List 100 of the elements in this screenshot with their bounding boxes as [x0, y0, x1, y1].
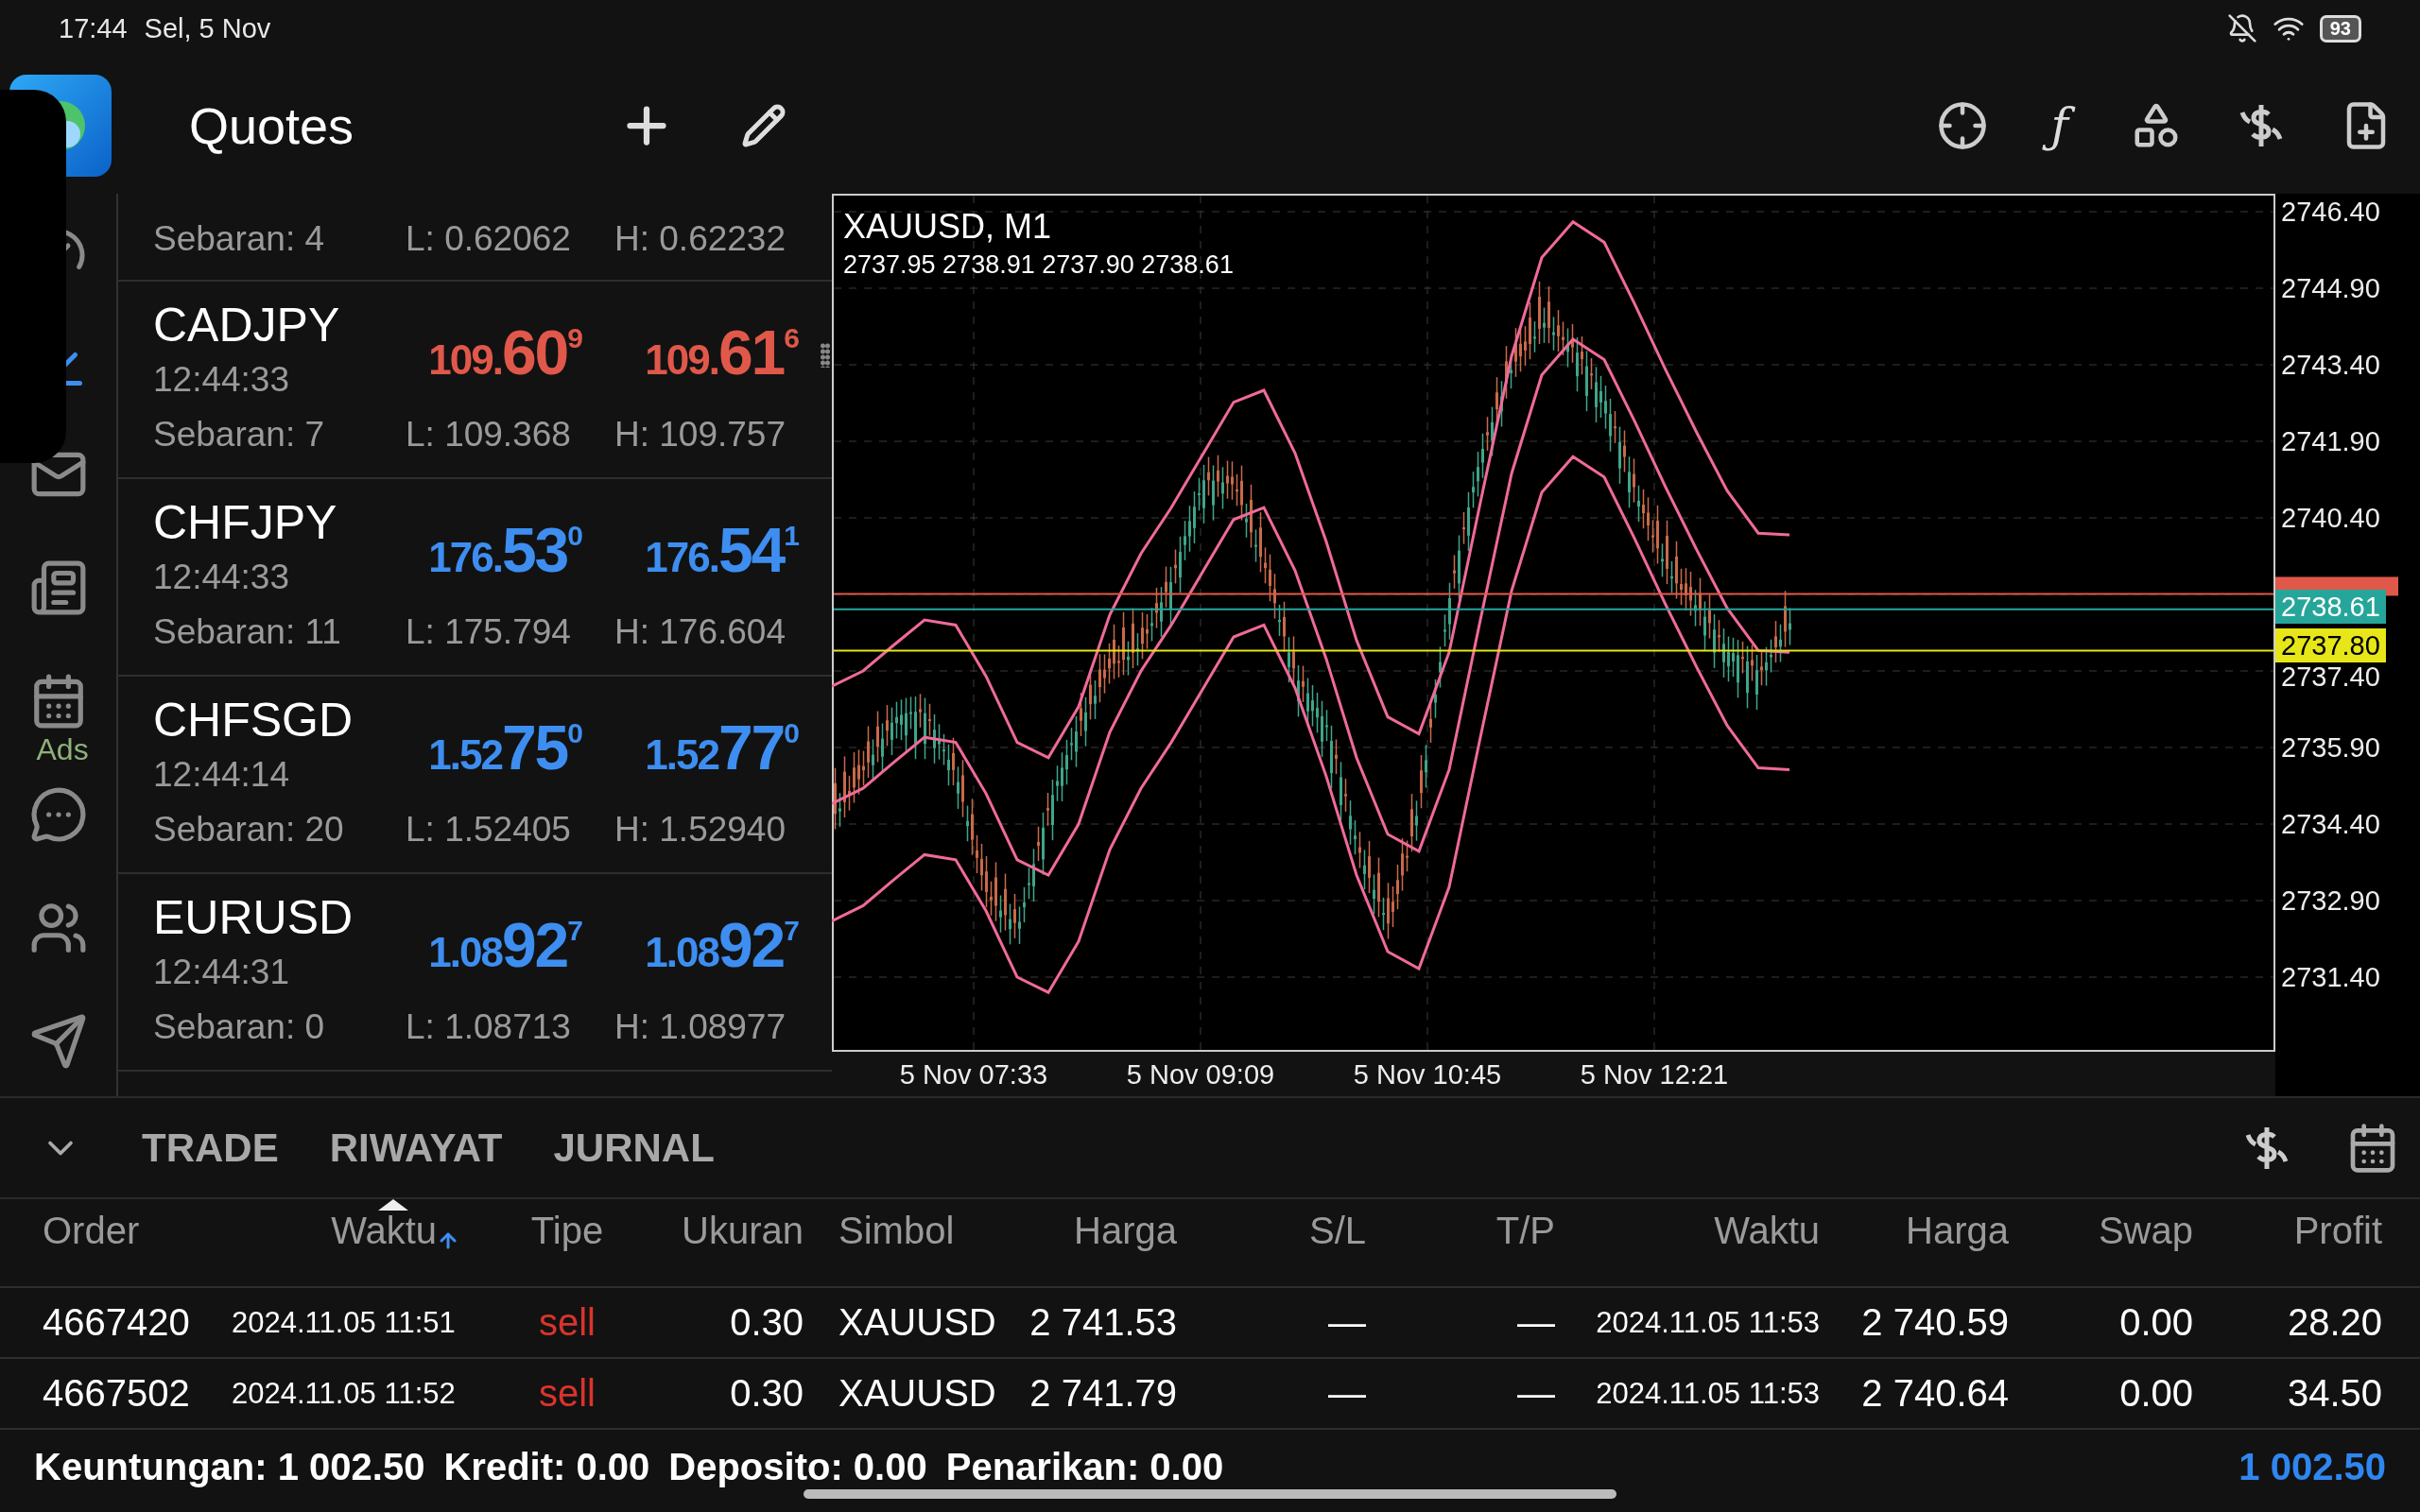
- chat-icon[interactable]: [28, 785, 88, 844]
- table-cell-text: 2 741.53: [1028, 1301, 1177, 1344]
- quote-time: 12:44:31: [153, 951, 291, 993]
- x-axis-label: 5 Nov 09:09: [1126, 1059, 1275, 1090]
- table-cell-text: XAUUSD: [838, 1372, 997, 1415]
- price-tag: 2738.61: [2275, 590, 2386, 624]
- battery-indicator: 93: [2319, 14, 2361, 43]
- table-cell-text: 28.20: [2286, 1301, 2382, 1344]
- low-price: L: 175.794: [406, 610, 572, 653]
- date: Sel, 5 Nov: [144, 12, 271, 44]
- spread-text: Sebaran: 11: [153, 610, 342, 653]
- table-cell-text: 0.30: [729, 1301, 804, 1344]
- symbol-name[interactable]: EURUSD: [153, 889, 372, 945]
- table-cell-text: —: [1327, 1372, 1366, 1415]
- chart-title: XAUUSD, M1: [843, 207, 1052, 246]
- clock: 17:44: [59, 12, 128, 44]
- price-tag: 2737.80: [2275, 628, 2386, 662]
- x-axis-label: 5 Nov 07:33: [899, 1059, 1048, 1090]
- table-cell-text: 2 740.64: [1860, 1372, 2009, 1415]
- column-header[interactable]: T/P: [1366, 1199, 1555, 1252]
- page-title: Quotes: [189, 95, 355, 155]
- mute-icon: [2226, 13, 2257, 43]
- ask-price: 1.0892$^{7}$: [644, 908, 798, 981]
- column-header[interactable]: Order: [43, 1199, 232, 1252]
- y-axis-label: 2741.90: [2281, 426, 2380, 456]
- column-header[interactable]: Waktu: [1555, 1199, 1820, 1252]
- ask-price: 1.5277$^{0}$: [644, 711, 798, 783]
- column-header[interactable]: Waktu: [232, 1199, 473, 1252]
- tab[interactable]: JURNAL: [553, 1125, 715, 1171]
- bid-price: 1.5275$^{0}$: [427, 711, 581, 783]
- summary-text: Deposito: 0.00: [668, 1445, 927, 1488]
- quote-time: 12:44:33: [153, 358, 291, 401]
- high-price: H: 176.604: [614, 610, 787, 653]
- bid-price: 176.53$^{0}$: [427, 513, 581, 586]
- column-header[interactable]: Tipe: [473, 1199, 662, 1252]
- y-axis-label: 2740.40: [2281, 503, 2380, 533]
- column-header[interactable]: Harga: [1002, 1199, 1177, 1252]
- bid-price: 109.60$^{9}$: [427, 316, 581, 388]
- table-cell-text: —: [1516, 1301, 1555, 1344]
- y-axis-label: 2743.40: [2281, 350, 2380, 380]
- bid-price: 1.0892$^{7}$: [427, 908, 581, 981]
- ask-price: 176.54$^{1}$: [644, 513, 798, 586]
- column-header[interactable]: S/L: [1177, 1199, 1366, 1252]
- tab[interactable]: TRADE: [142, 1125, 279, 1171]
- drag-handle[interactable]: [821, 343, 830, 368]
- y-axis-label: 2731.40: [2281, 962, 2380, 992]
- column-header[interactable]: Ukuran: [662, 1199, 804, 1252]
- sort-caret-icon: [378, 1199, 408, 1211]
- crosshair-icon[interactable]: [1937, 99, 1989, 151]
- low-price: L: 1.52405: [406, 808, 572, 850]
- spread-text: Sebaran: 0: [153, 1005, 326, 1048]
- indicators-button[interactable]: ƒ: [2041, 88, 2078, 163]
- column-header[interactable]: Harga: [1820, 1199, 2009, 1252]
- table-cell-text: 34.50: [2286, 1372, 2382, 1415]
- y-axis-label: 2744.90: [2281, 273, 2380, 303]
- spread-text: Sebaran: 7: [153, 413, 326, 455]
- ask-price: 109.61$^{6}$: [644, 316, 798, 388]
- x-axis-label: 5 Nov 12:21: [1580, 1059, 1729, 1090]
- high-price: H: 1.52940: [614, 808, 787, 850]
- symbol-name[interactable]: CHFSGD: [153, 692, 372, 747]
- column-header[interactable]: Simbol: [804, 1199, 1002, 1252]
- tab[interactable]: RIWAYAT: [329, 1125, 503, 1171]
- low-price: L: 109.368: [406, 413, 572, 455]
- y-axis-label: 2734.40: [2281, 809, 2380, 839]
- table-cell-text: 2024.11.05 11:53: [1595, 1305, 1820, 1340]
- table-cell-text: 2 741.79: [1028, 1372, 1177, 1415]
- symbol-name[interactable]: CADJPY: [153, 297, 372, 352]
- quote-time: 12:44:14: [153, 753, 291, 796]
- summary-text: Kredit: 0.00: [443, 1445, 650, 1488]
- column-header[interactable]: Profit: [2193, 1199, 2382, 1252]
- y-axis-label: 2732.90: [2281, 885, 2380, 916]
- quote-time: 12:44:33: [153, 556, 291, 598]
- table-cell-text: 0.00: [2118, 1372, 2193, 1415]
- total-profit: 1 002.50: [2238, 1445, 2386, 1488]
- column-header[interactable]: Swap: [2009, 1199, 2193, 1252]
- symbol-name[interactable]: CHFJPY: [153, 494, 372, 550]
- high-price: H: 109.757: [614, 413, 787, 455]
- low-price: L: 0.62062: [406, 218, 572, 260]
- high-price: H: 1.08977: [614, 1005, 787, 1048]
- table-cell-text: 2024.11.05 11:51: [232, 1305, 457, 1340]
- spread-text: Sebaran: 4: [153, 218, 326, 260]
- table-cell-text: 0.30: [729, 1372, 804, 1415]
- table-cell-text: 2024.11.05 11:53: [1595, 1376, 1820, 1411]
- table-cell-text: 4667502: [43, 1372, 191, 1415]
- y-axis-label: 2735.90: [2281, 732, 2380, 763]
- pencil-icon: [741, 102, 786, 148]
- table-cell-text: XAUUSD: [838, 1301, 997, 1344]
- table-cell-text: sell: [538, 1301, 596, 1344]
- ohlc-values: 2737.95 2738.91 2737.90 2738.61: [843, 250, 1234, 279]
- summary-text: Keuntungan: 1 002.50: [34, 1445, 425, 1488]
- high-price: H: 0.62232: [614, 218, 787, 260]
- table-cell-text: sell: [538, 1372, 596, 1415]
- x-axis-label: 5 Nov 10:45: [1353, 1059, 1502, 1090]
- spread-text: Sebaran: 20: [153, 808, 345, 850]
- table-cell-text: 0.00: [2118, 1301, 2193, 1344]
- y-axis-label: 2746.40: [2281, 197, 2380, 227]
- table-cell-text: 2 740.59: [1860, 1301, 2009, 1344]
- table-cell-text: 4667420: [43, 1301, 191, 1344]
- table-cell-text: —: [1516, 1372, 1555, 1415]
- table-cell-text: —: [1327, 1301, 1366, 1344]
